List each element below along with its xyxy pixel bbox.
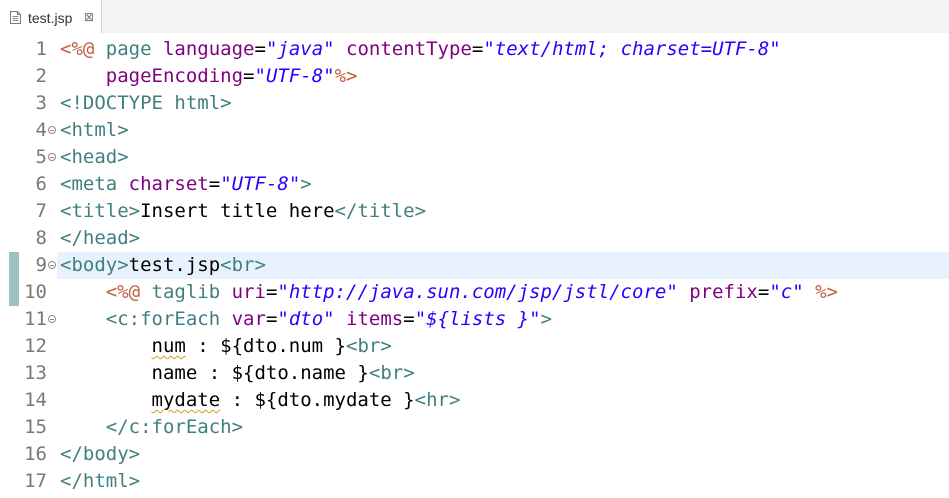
code-line: mydate : ${dto.mydate }<hr> [151, 389, 461, 411]
code-line: num : ${dto.num }<br> [151, 335, 392, 357]
line-number: 1 [35, 38, 47, 60]
line-number: 17 [24, 470, 47, 492]
code-line: </html> [60, 470, 141, 492]
line-number: 3 [35, 92, 47, 114]
fold-toggle-icon[interactable] [48, 315, 56, 323]
tab-test-jsp[interactable]: test.jsp ⊠ [0, 0, 102, 33]
code-line: </body> [60, 443, 141, 465]
line-number: 10 [24, 281, 47, 303]
line-number: 14 [24, 389, 47, 411]
line-number: 6 [35, 173, 47, 195]
code-editor[interactable]: 1 2 3 4 5 6 7 8 9 10 11 12 13 14 15 16 1… [0, 36, 949, 498]
line-number-gutter: 1 2 3 4 5 6 7 8 9 10 11 12 13 14 15 16 1… [0, 36, 57, 498]
line-number: 2 [35, 65, 47, 87]
change-marker [9, 252, 19, 306]
close-icon[interactable]: ⊠ [84, 10, 94, 24]
code-line: <title>Insert title here</title> [60, 200, 427, 222]
line-number: 11 [24, 308, 47, 330]
fold-toggle-icon[interactable] [48, 126, 56, 134]
fold-toggle-icon[interactable] [48, 153, 56, 161]
code-line: <%@ taglib uri="http://java.sun.com/jsp/… [105, 281, 838, 303]
line-number: 9 [35, 254, 47, 276]
tab-title: test.jsp [28, 10, 73, 26]
fold-toggle-icon[interactable] [48, 261, 56, 269]
code-line: </c:forEach> [105, 416, 244, 438]
code-line: <meta charset="UTF-8"> [60, 173, 312, 195]
code-line: </head> [60, 227, 141, 249]
editor-tab-bar: test.jsp ⊠ [0, 0, 949, 33]
line-number: 13 [24, 362, 47, 384]
code-line: pageEncoding="UTF-8"%> [105, 65, 358, 87]
line-number: 4 [35, 119, 47, 141]
code-line: <html> [60, 119, 129, 141]
code-line: <head> [60, 146, 129, 168]
jsp-file-icon [10, 11, 21, 24]
line-number: 7 [35, 200, 47, 222]
code-line: name : ${dto.name }<br> [151, 362, 415, 384]
line-number: 16 [24, 443, 47, 465]
line-number: 8 [35, 227, 47, 249]
line-number: 12 [24, 335, 47, 357]
line-number: 5 [35, 146, 47, 168]
code-line: <c:forEach var="dto" items="${lists }"> [105, 308, 552, 330]
code-line: <%@ page language="java" contentType="te… [60, 38, 781, 60]
code-line: <body>test.jsp<br> [60, 254, 266, 276]
line-number: 15 [24, 416, 47, 438]
code-line: <!DOCTYPE html> [60, 92, 232, 114]
